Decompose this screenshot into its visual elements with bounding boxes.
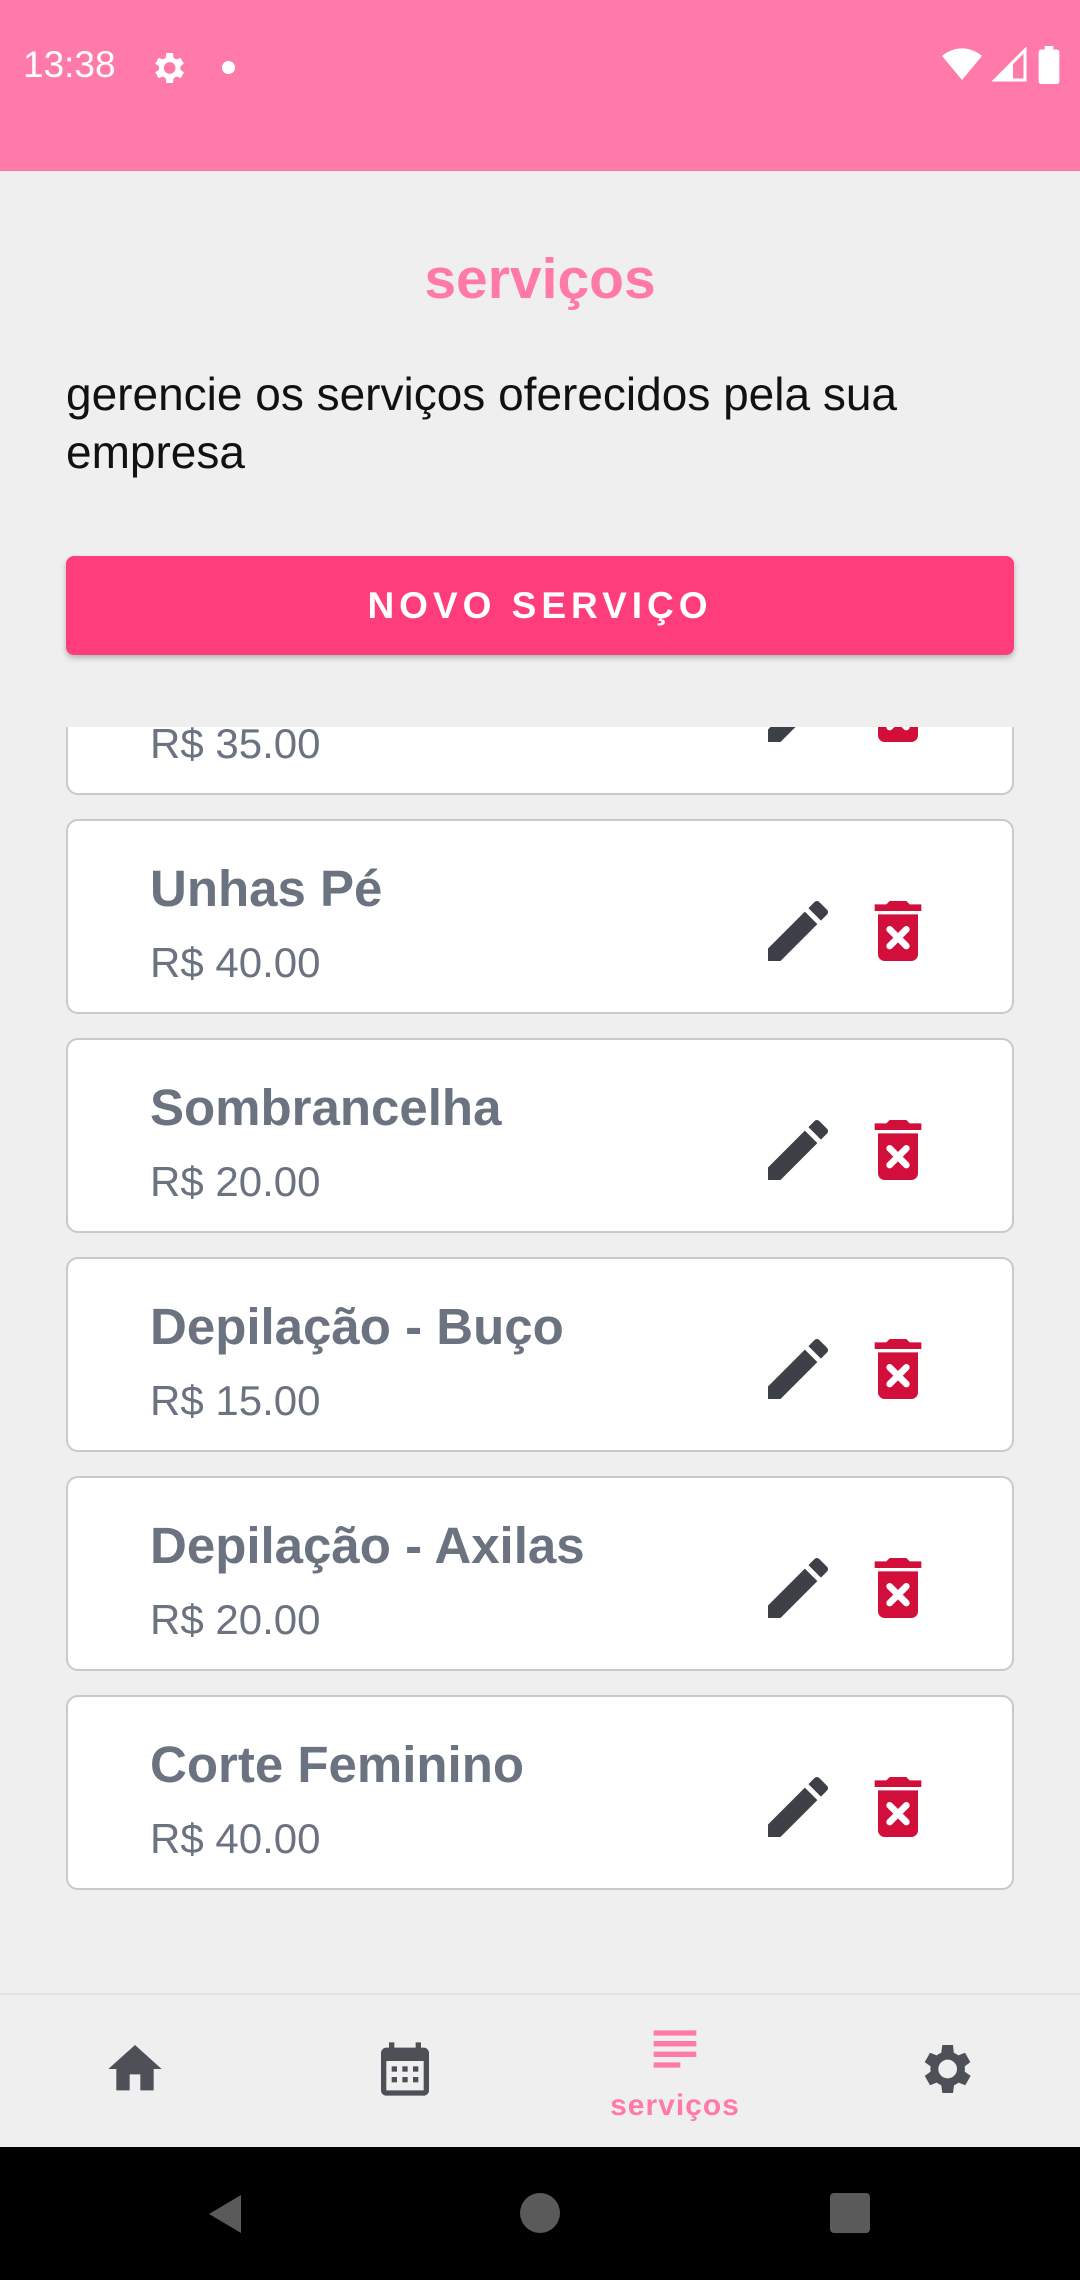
delete-icon[interactable] <box>858 1329 938 1409</box>
nav-item-calendar[interactable] <box>270 1995 540 2149</box>
list-icon <box>653 2030 697 2068</box>
service-card: Corte Feminino R$ 40.00 <box>66 1695 1014 1890</box>
back-icon[interactable] <box>155 2147 295 2280</box>
nav-item-services[interactable]: serviços <box>540 1995 810 2149</box>
edit-icon[interactable] <box>758 891 838 971</box>
service-price: R$ 20.00 <box>150 1158 321 1205</box>
service-card: Depilação - Buço R$ 15.00 <box>66 1257 1014 1452</box>
notification-dot <box>222 61 235 74</box>
status-bar: 13:38 <box>0 0 1080 171</box>
delete-icon[interactable] <box>858 1767 938 1847</box>
services-list-content: R$ 35.00 Unhas Pé R$ 40.00 Sombrancelha … <box>66 727 1014 1914</box>
status-time: 13:38 <box>23 44 116 85</box>
service-name: Depilação - Buço <box>150 1298 564 1355</box>
edit-icon[interactable] <box>758 1767 838 1847</box>
home-icon <box>108 2045 162 2091</box>
calendar-icon <box>381 2042 429 2096</box>
wifi-icon <box>942 48 982 80</box>
nav-item-home[interactable] <box>0 1995 270 2149</box>
service-price: R$ 20.00 <box>150 1596 321 1643</box>
edit-icon[interactable] <box>758 1110 838 1190</box>
signal-icon <box>992 47 1027 82</box>
service-name: Depilação - Axilas <box>150 1517 585 1574</box>
nav-label-services: serviços <box>610 2089 740 2122</box>
home-circle-icon[interactable] <box>470 2147 610 2280</box>
delete-icon[interactable] <box>858 727 938 752</box>
edit-icon[interactable] <box>758 1548 838 1628</box>
edit-icon[interactable] <box>758 727 838 752</box>
recents-icon[interactable] <box>780 2147 920 2280</box>
services-list[interactable]: R$ 35.00 Unhas Pé R$ 40.00 Sombrancelha … <box>0 727 1080 1993</box>
delete-icon[interactable] <box>858 1110 938 1190</box>
service-price: R$ 40.00 <box>150 939 321 986</box>
edit-icon[interactable] <box>758 1329 838 1409</box>
nav-item-settings[interactable] <box>810 1995 1080 2149</box>
system-nav-bar <box>0 2147 1080 2280</box>
service-name: Sombrancelha <box>150 1079 502 1136</box>
service-price: R$ 15.00 <box>150 1377 321 1424</box>
service-name: Corte Feminino <box>150 1736 525 1793</box>
gear-icon <box>155 53 184 83</box>
delete-icon[interactable] <box>858 1548 938 1628</box>
service-card: R$ 35.00 <box>66 727 1014 795</box>
new-service-button[interactable]: NOVO SERVIÇO <box>66 556 1014 655</box>
page-title: serviços <box>424 247 656 311</box>
bottom-nav: serviços <box>0 1993 1080 2149</box>
service-card: Unhas Pé R$ 40.00 <box>66 819 1014 1014</box>
battery-icon <box>1038 46 1060 84</box>
page-subtitle: gerencie os serviços oferecidos pela sua… <box>66 368 898 478</box>
service-price: R$ 40.00 <box>150 1815 321 1862</box>
delete-icon[interactable] <box>858 891 938 971</box>
service-card: Depilação - Axilas R$ 20.00 <box>66 1476 1014 1671</box>
status-icons <box>942 46 1060 84</box>
service-card: Sombrancelha R$ 20.00 <box>66 1038 1014 1233</box>
service-name: Unhas Pé <box>150 860 383 917</box>
service-price: R$ 35.00 <box>150 727 321 767</box>
settings-icon <box>924 2045 971 2093</box>
